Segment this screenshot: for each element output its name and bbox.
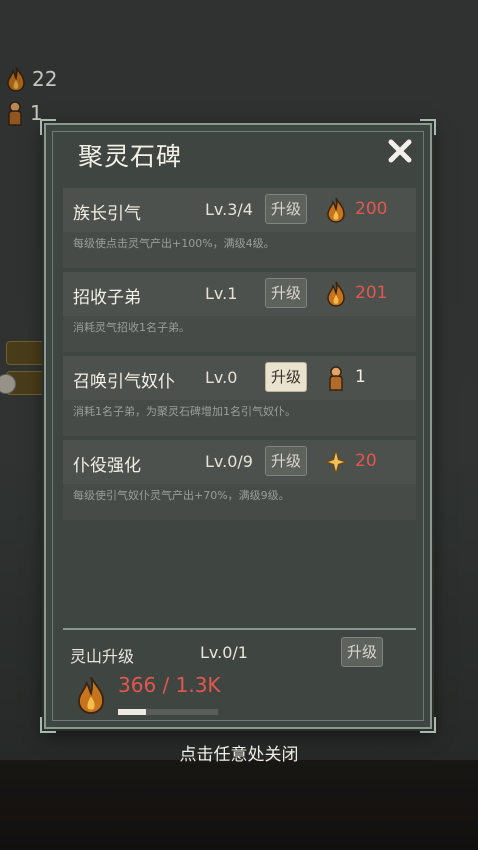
upgrade-name: 召唤引气奴仆 <box>73 372 175 392</box>
upgrade-cost: 200 <box>355 199 388 219</box>
fire-icon <box>78 676 104 714</box>
upgrade-row: 召唤引气奴仆 Lv.0 升级 1 消耗1名子弟，为聚灵石碑增加1名引气奴仆。 <box>63 356 416 436</box>
upgrade-button[interactable]: 升级 <box>265 278 307 308</box>
upgrade-row: 族长引气 Lv.3/4 升级 200 每级使点击灵气产出+100%，满级4级。 <box>63 188 416 268</box>
mountain-upgrade-button[interactable]: 升级 <box>341 637 383 667</box>
upgrade-level: Lv.0 <box>205 368 238 387</box>
upgrade-description: 消耗1名子弟，为聚灵石碑增加1名引气奴仆。 <box>73 405 296 418</box>
fire-icon <box>327 281 345 307</box>
upgrade-cost: 20 <box>355 451 377 471</box>
upgrade-button[interactable]: 升级 <box>265 194 307 224</box>
upgrade-description: 消耗灵气招收1名子弟。 <box>73 321 190 334</box>
upgrade-name: 招收子弟 <box>73 288 141 308</box>
mountain-upgrade-level: Lv.0/1 <box>200 643 248 662</box>
upgrade-level: Lv.0/9 <box>205 452 253 471</box>
mountain-progress-text: 366 / 1.3K <box>118 673 221 697</box>
dialog-title: 聚灵石碑 <box>78 142 183 171</box>
mountain-upgrade-label: 灵山升级 <box>70 647 135 666</box>
upgrade-description: 每级使引气奴仆灵气产出+70%，满级9级。 <box>73 489 290 502</box>
star-icon <box>325 449 347 475</box>
upgrade-row: 招收子弟 Lv.1 升级 201 消耗灵气招收1名子弟。 <box>63 272 416 352</box>
upgrade-cost: 201 <box>355 283 388 303</box>
close-icon[interactable] <box>386 137 414 165</box>
upgrade-button[interactable]: 升级 <box>265 362 307 392</box>
disciple-icon <box>329 366 343 391</box>
upgrade-level: Lv.3/4 <box>205 200 253 219</box>
upgrade-name: 仆役强化 <box>73 456 141 476</box>
upgrade-cost: 1 <box>355 367 366 387</box>
stele-dialog: 聚灵石碑 族长引气 Lv.3/4 升级 200 每级使点击灵气产出+100%，满… <box>40 119 436 733</box>
fire-icon <box>327 197 345 223</box>
upgrade-description: 每级使点击灵气产出+100%，满级4级。 <box>73 237 275 250</box>
divider <box>63 628 416 630</box>
upgrade-name: 族长引气 <box>73 204 141 224</box>
upgrade-row: 仆役强化 Lv.0/9 升级 20 每级使引气奴仆灵气产出+70%，满级9级。 <box>63 440 416 520</box>
mountain-progress-bar <box>118 709 218 715</box>
upgrade-button[interactable]: 升级 <box>265 446 307 476</box>
upgrade-level: Lv.1 <box>205 284 238 303</box>
mountain-progress-fill <box>118 709 146 715</box>
close-hint[interactable]: 点击任意处关闭 <box>0 740 478 765</box>
